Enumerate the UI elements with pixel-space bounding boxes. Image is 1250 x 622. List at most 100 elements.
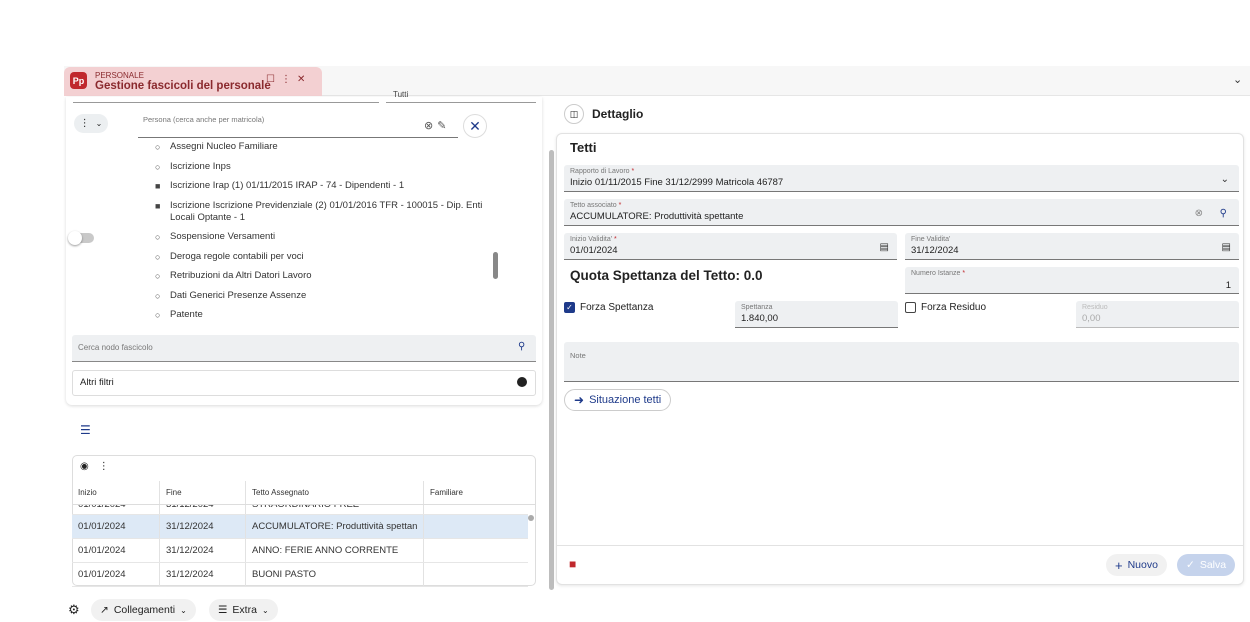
inizio-label: Inizio Validita' xyxy=(570,236,613,243)
spettanza-value: 1.840,00 xyxy=(741,313,778,324)
tree-item[interactable]: ○ Retribuzioni da Altri Datori Lavoro xyxy=(155,270,495,282)
tree-item[interactable]: ■ Iscrizione Iscrizione Previdenziale (2)… xyxy=(155,200,495,224)
checkbox-checked-icon: ✓ xyxy=(564,302,575,313)
checkbox-empty-icon xyxy=(905,302,916,313)
search-nodo-placeholder: Cerca nodo fascicolo xyxy=(78,343,153,352)
nuovo-button[interactable]: + Nuovo xyxy=(1106,554,1167,576)
filter-tutti-value: Tutti xyxy=(393,90,409,99)
table-row-partial[interactable]: 01/01/2024 31/12/2024 STRAORDINARIO FREE xyxy=(72,505,528,515)
inizio-validita-field[interactable]: Inizio Validita' * 01/01/2024 ▤ xyxy=(564,233,897,260)
fine-label: Fine Validita' xyxy=(911,236,951,243)
tree-scrollbar[interactable] xyxy=(493,252,498,279)
inizio-value: 01/01/2024 xyxy=(570,245,618,256)
calendar-icon[interactable]: ▤ xyxy=(1222,242,1231,253)
altri-filtri-panel[interactable] xyxy=(72,370,536,396)
filter-field-2[interactable] xyxy=(386,102,536,103)
cell-fine: 31/12/2024 xyxy=(160,539,246,562)
close-persona-button[interactable]: ✕ xyxy=(463,114,487,138)
calendar-icon[interactable]: ▤ xyxy=(880,242,889,253)
search-icon[interactable]: ⚲ xyxy=(518,341,525,352)
column-header-familiare[interactable]: Familiare xyxy=(424,481,536,504)
bookmark-icon[interactable]: ☐ xyxy=(266,74,281,85)
radio-icon: ○ xyxy=(155,142,161,152)
fine-validita-field[interactable]: Fine Validita' 31/12/2024 ▤ xyxy=(905,233,1239,260)
tree-item[interactable]: ○ Iscrizione Inps xyxy=(155,161,495,173)
tetto-value: ACCUMULATORE: Produttività spettante xyxy=(570,211,744,222)
tree-item[interactable]: ■ Iscrizione Irap (1) 01/11/2015 IRAP - 7… xyxy=(155,180,495,192)
column-header-fine[interactable]: Fine xyxy=(160,481,246,504)
detail-header: Dettaglio xyxy=(592,107,644,121)
tetto-associato-field[interactable]: Tetto associato * ACCUMULATORE: Produtti… xyxy=(564,199,1239,226)
radio-icon: ○ xyxy=(155,310,161,320)
visibility-icon[interactable]: ◉ xyxy=(80,461,99,472)
spettanza-field[interactable]: Spettanza 1.840,00 xyxy=(735,301,898,328)
note-label: Note xyxy=(570,351,586,360)
arrow-circle-right-icon: ➜ xyxy=(574,393,585,407)
radio-icon: ○ xyxy=(155,290,161,301)
salva-label: Salva xyxy=(1199,559,1227,571)
tab-module-label: PERSONALE xyxy=(95,71,144,80)
cell-fine: 31/12/2024 xyxy=(160,505,246,514)
forza-residuo-label: Forza Residuo xyxy=(921,302,987,313)
forza-spettanza-checkbox[interactable]: ✓ Forza Spettanza xyxy=(564,302,653,313)
situazione-tetti-button[interactable]: ➜ Situazione tetti xyxy=(564,389,672,411)
more-vert-icon[interactable]: ⋮ xyxy=(281,74,297,85)
list-icon[interactable]: ☰ xyxy=(80,423,91,437)
salva-button[interactable]: ✓ Salva xyxy=(1177,554,1236,576)
rapporto-lavoro-select[interactable]: Rapporto di Lavoro * Inizio 01/11/2015 F… xyxy=(564,165,1239,192)
tree-item[interactable]: ○ Assegni Nucleo Familiare xyxy=(155,141,495,153)
document-icon: ■ xyxy=(155,181,161,191)
column-header-inizio[interactable]: Inizio xyxy=(72,481,160,504)
tree-item[interactable]: ○ Deroga regole contabili per voci xyxy=(155,251,495,263)
clear-icon[interactable]: ⊗ xyxy=(1195,208,1203,219)
check-icon: ✓ xyxy=(1186,559,1195,571)
cell-inizio: 01/01/2024 xyxy=(72,515,160,538)
persona-actions: ⊗✎ xyxy=(424,119,450,132)
tree-item[interactable]: ○ Dati Generici Presenze Assenze xyxy=(155,290,495,302)
istanze-value: 1 xyxy=(1225,280,1231,291)
table-scrollbar[interactable] xyxy=(528,515,534,521)
extra-label: Extra xyxy=(232,604,257,616)
tree-item-label: Sospensione Versamenti xyxy=(170,231,276,242)
forza-residuo-checkbox[interactable]: Forza Residuo xyxy=(905,302,986,313)
tree-item-label: Retribuzioni da Altri Datori Lavoro xyxy=(170,270,312,281)
table-row[interactable]: 01/01/2024 31/12/2024 BUONI PASTO xyxy=(72,563,528,587)
note-textarea[interactable] xyxy=(564,342,1239,382)
more-vert-icon[interactable]: ⋮ xyxy=(99,461,119,472)
cell-familiare xyxy=(424,539,528,562)
cell-fine: 31/12/2024 xyxy=(160,515,246,538)
tree-item-label: Assegni Nucleo Familiare xyxy=(170,141,278,152)
fascicolo-tree: ○ Assegni Nucleo Familiare ○ Iscrizione Inp… xyxy=(155,141,495,329)
table-row[interactable]: 01/01/2024 31/12/2024 ANNO: FERIE ANNO COR… xyxy=(72,539,528,563)
filter-field-1[interactable] xyxy=(73,102,379,103)
persona-input-label: Persona (cerca anche per matricola) xyxy=(143,115,265,124)
options-menu-button[interactable]: ⋮ ⌄ xyxy=(74,114,108,133)
panel-splitter[interactable] xyxy=(549,150,554,590)
table-row[interactable]: 01/01/2024 31/12/2024 ACCUMULATORE: Produt… xyxy=(72,515,528,539)
page-title: Tetti xyxy=(570,140,597,155)
numero-istanze-field[interactable]: Numero Istanze * 1 xyxy=(905,267,1239,294)
tree-item-label: Dati Generici Presenze Assenze xyxy=(170,289,307,301)
edit-icon[interactable]: ✎ xyxy=(437,120,450,132)
tree-item[interactable]: ○ Sospensione Versamenti xyxy=(155,231,495,243)
clear-icon[interactable]: ⊗ xyxy=(424,120,437,132)
tree-item-label: Patente xyxy=(170,309,203,320)
collegamenti-button[interactable]: ↗ Collegamenti ⌄ xyxy=(91,599,196,621)
tetto-label: Tetto associato xyxy=(570,202,617,209)
sidebar-toggle-icon[interactable]: ◫ xyxy=(564,104,584,124)
gear-icon[interactable]: ⚙ xyxy=(68,602,80,618)
expand-icon[interactable] xyxy=(517,377,527,387)
search-icon[interactable]: ⚲ xyxy=(1220,208,1227,219)
toggle-knob[interactable] xyxy=(68,231,82,245)
rapporto-value: Inizio 01/11/2015 Fine 31/12/2999 Matric… xyxy=(570,177,784,188)
cell-tetto: BUONI PASTO xyxy=(246,563,424,586)
collegamenti-label: Collegamenti xyxy=(113,604,176,616)
close-icon[interactable]: ✕ xyxy=(297,74,311,85)
altri-filtri-label: Altri filtri xyxy=(80,377,114,388)
cell-familiare xyxy=(424,515,528,538)
chevron-down-icon[interactable]: ⌄ xyxy=(1233,73,1242,86)
tree-item[interactable]: ○ Patente xyxy=(155,309,495,321)
column-header-tetto[interactable]: Tetto Assegnato xyxy=(246,481,424,504)
extra-button[interactable]: ☰ Extra ⌄ xyxy=(209,599,278,621)
delete-icon[interactable]: ■ xyxy=(569,557,576,571)
